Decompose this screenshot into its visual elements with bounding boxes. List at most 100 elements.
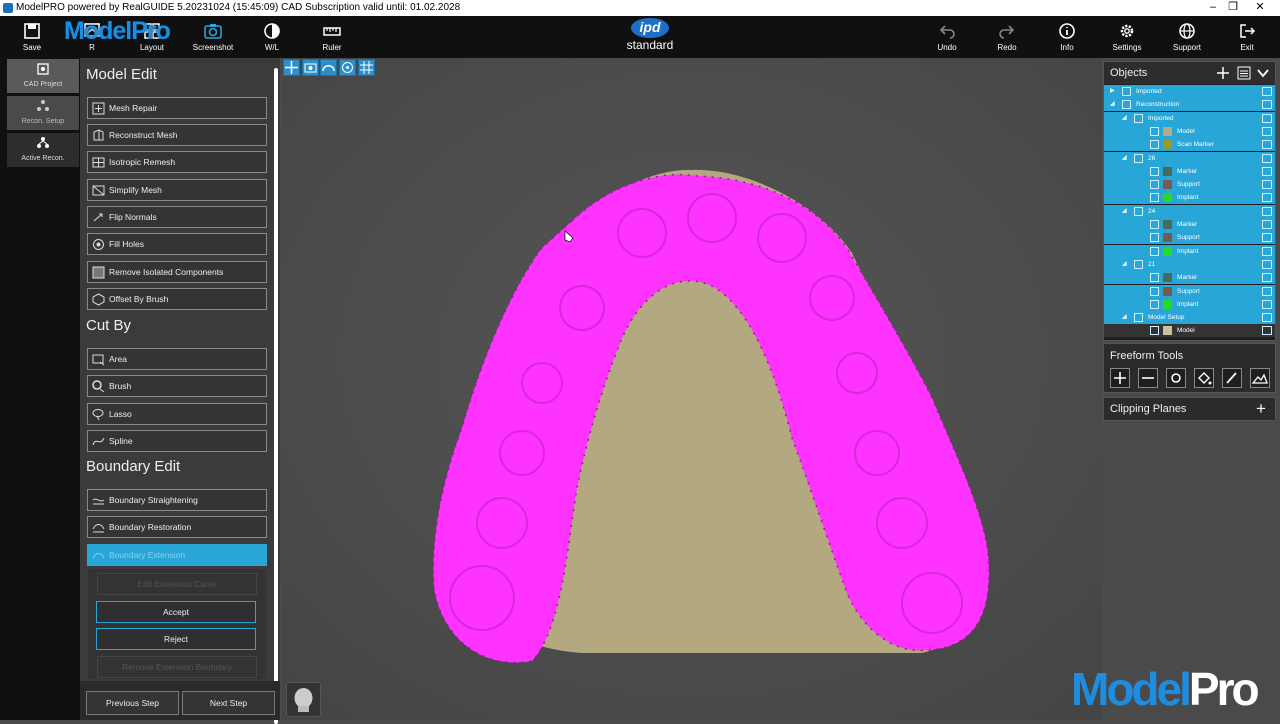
object-properties-icon[interactable]	[1262, 140, 1272, 150]
color-swatch[interactable]	[1163, 126, 1172, 136]
visibility-checkbox[interactable]	[1134, 259, 1143, 269]
object-row[interactable]: Model	[1104, 324, 1275, 338]
object-properties-icon[interactable]	[1262, 233, 1272, 243]
visibility-checkbox[interactable]	[1134, 153, 1143, 163]
object-row[interactable]: Support	[1104, 231, 1275, 245]
remove-extension-boundary-button[interactable]: Remove Extension Boundary	[97, 656, 257, 678]
grid-icon[interactable]	[358, 59, 375, 76]
object-properties-icon[interactable]	[1262, 246, 1272, 256]
visibility-checkbox[interactable]	[1150, 286, 1159, 296]
visibility-checkbox[interactable]	[1134, 313, 1143, 323]
cut-spline-button[interactable]: Spline	[87, 430, 267, 452]
undo-button[interactable]: Undo	[929, 16, 965, 58]
color-swatch[interactable]	[1163, 273, 1172, 283]
fill-bucket-button[interactable]	[1194, 368, 1214, 388]
expand-arrow-icon[interactable]: ◢	[1122, 311, 1127, 324]
fill-holes-button[interactable]: Fill Holes	[87, 233, 267, 255]
object-row[interactable]: Implant	[1104, 297, 1275, 311]
redo-button[interactable]: Redo	[989, 16, 1025, 58]
color-swatch[interactable]	[1163, 233, 1172, 243]
3d-viewport[interactable]	[282, 58, 1102, 720]
expand-arrow-icon[interactable]: ◢	[1110, 98, 1115, 111]
snapshot-icon[interactable]	[302, 59, 319, 76]
previous-step-button[interactable]: Previous Step	[86, 691, 179, 715]
terrain-button[interactable]	[1250, 368, 1270, 388]
expand-arrow-icon[interactable]: ▶	[1110, 85, 1115, 98]
boundary-extension-button[interactable]: Boundary Extension	[87, 544, 267, 566]
next-step-button[interactable]: Next Step	[182, 691, 275, 715]
object-properties-icon[interactable]	[1262, 113, 1272, 123]
expand-arrow-icon[interactable]: ◢	[1122, 152, 1127, 165]
remove-isolated-components-button[interactable]: Remove Isolated Components	[87, 261, 267, 283]
object-row[interactable]: ◢ Imported	[1104, 111, 1275, 125]
object-properties-icon[interactable]	[1262, 220, 1272, 229]
object-row[interactable]: Model	[1104, 124, 1275, 138]
object-properties-icon[interactable]	[1262, 313, 1272, 323]
object-row[interactable]: ▶ Imported	[1104, 85, 1275, 98]
pan-icon[interactable]	[283, 59, 300, 76]
color-swatch[interactable]	[1163, 140, 1172, 150]
smooth-button[interactable]	[1166, 368, 1186, 388]
visibility-checkbox[interactable]	[1150, 180, 1159, 190]
offset-by-brush-button[interactable]: Offset By Brush	[87, 288, 267, 310]
object-properties-icon[interactable]	[1262, 286, 1272, 296]
visibility-checkbox[interactable]	[1122, 87, 1131, 96]
object-properties-icon[interactable]	[1262, 87, 1272, 96]
color-swatch[interactable]	[1163, 166, 1172, 176]
tab-active-recon[interactable]: Active Recon.	[7, 133, 79, 167]
add-material-button[interactable]	[1110, 368, 1130, 388]
object-row[interactable]: ◢ Model Setup	[1104, 311, 1275, 325]
remove-material-button[interactable]	[1138, 368, 1158, 388]
object-properties-icon[interactable]	[1262, 126, 1272, 136]
object-row[interactable]: Scan Marker	[1104, 138, 1275, 152]
object-row[interactable]: Implant	[1104, 244, 1275, 258]
visibility-checkbox[interactable]	[1150, 326, 1159, 336]
window-level-button[interactable]: W/L	[254, 16, 290, 58]
color-swatch[interactable]	[1163, 193, 1172, 203]
settings-button[interactable]: Settings	[1109, 16, 1145, 58]
visibility-checkbox[interactable]	[1150, 233, 1159, 243]
move-icon[interactable]	[1216, 66, 1230, 80]
visibility-checkbox[interactable]	[1150, 126, 1159, 136]
object-properties-icon[interactable]	[1262, 259, 1272, 269]
simplify-mesh-button[interactable]: Simplify Mesh	[87, 179, 267, 201]
panel-scrollbar[interactable]	[274, 68, 278, 724]
expand-arrow-icon[interactable]: ◢	[1122, 205, 1127, 218]
object-row[interactable]: Support	[1104, 178, 1275, 192]
expand-arrow-icon[interactable]: ◢	[1122, 112, 1127, 125]
object-properties-icon[interactable]	[1262, 180, 1272, 190]
object-properties-icon[interactable]	[1262, 299, 1272, 309]
support-button[interactable]: Support	[1167, 16, 1207, 58]
cut-area-button[interactable]: Area	[87, 348, 267, 370]
arch-view-icon[interactable]	[320, 59, 337, 76]
visibility-checkbox[interactable]	[1150, 246, 1159, 256]
visibility-checkbox[interactable]	[1150, 273, 1159, 283]
color-swatch[interactable]	[1163, 326, 1172, 336]
visibility-checkbox[interactable]	[1150, 193, 1159, 203]
object-row[interactable]: ◢ 24	[1104, 204, 1275, 218]
object-properties-icon[interactable]	[1262, 166, 1272, 176]
info-button[interactable]: Info	[1049, 16, 1085, 58]
visibility-checkbox[interactable]	[1150, 220, 1159, 229]
add-clipping-plane-button[interactable]: +	[1256, 399, 1266, 419]
expand-arrow-icon[interactable]: ◢	[1122, 258, 1127, 271]
cut-lasso-button[interactable]: Lasso	[87, 403, 267, 425]
object-row[interactable]: ◢ 21	[1104, 257, 1275, 271]
color-swatch[interactable]	[1163, 180, 1172, 190]
object-row[interactable]: Marker	[1104, 271, 1275, 285]
pencil-button[interactable]	[1222, 368, 1242, 388]
visibility-checkbox[interactable]	[1150, 166, 1159, 176]
color-swatch[interactable]	[1163, 299, 1172, 309]
flip-normals-button[interactable]: Flip Normals	[87, 206, 267, 228]
visibility-checkbox[interactable]	[1122, 100, 1131, 110]
color-swatch[interactable]	[1163, 246, 1172, 256]
object-properties-icon[interactable]	[1262, 273, 1272, 283]
cut-brush-button[interactable]: Brush	[87, 375, 267, 397]
mesh-repair-button[interactable]: Mesh Repair	[87, 97, 267, 119]
object-row[interactable]: Support	[1104, 284, 1275, 298]
exit-button[interactable]: Exit	[1229, 16, 1265, 58]
reset-view-icon[interactable]	[339, 59, 356, 76]
visibility-checkbox[interactable]	[1134, 206, 1143, 216]
visibility-checkbox[interactable]	[1134, 113, 1143, 123]
reconstruct-mesh-button[interactable]: Reconstruct Mesh	[87, 124, 267, 146]
